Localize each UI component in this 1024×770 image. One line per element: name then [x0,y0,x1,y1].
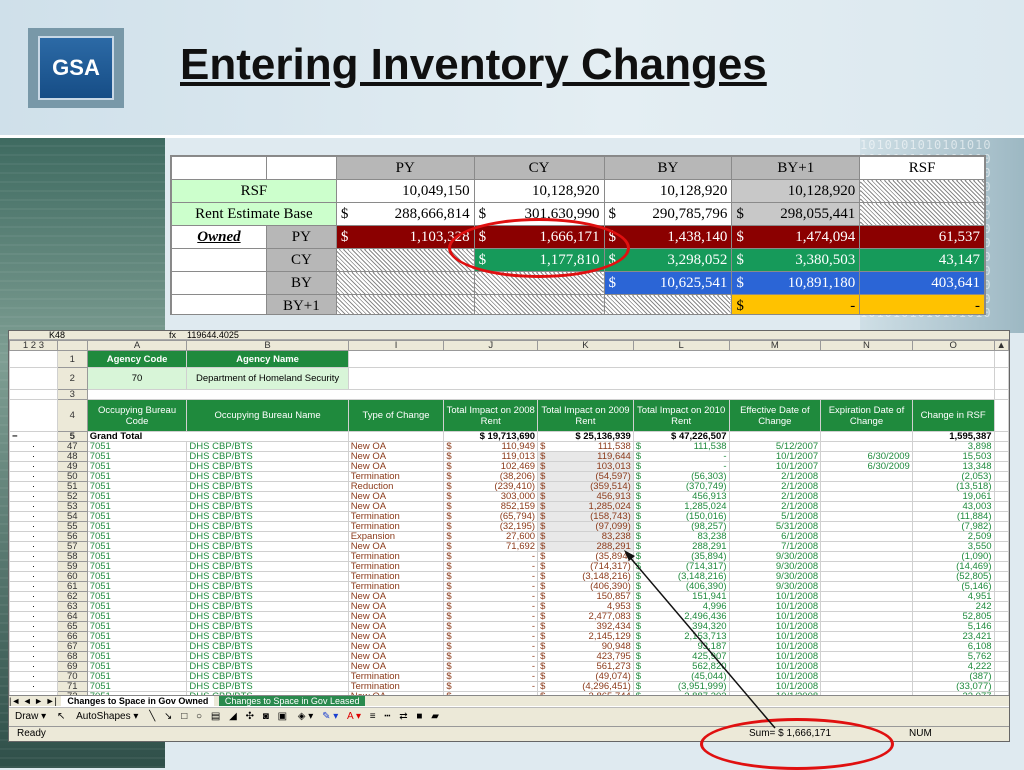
annotation-arrow [624,550,776,729]
